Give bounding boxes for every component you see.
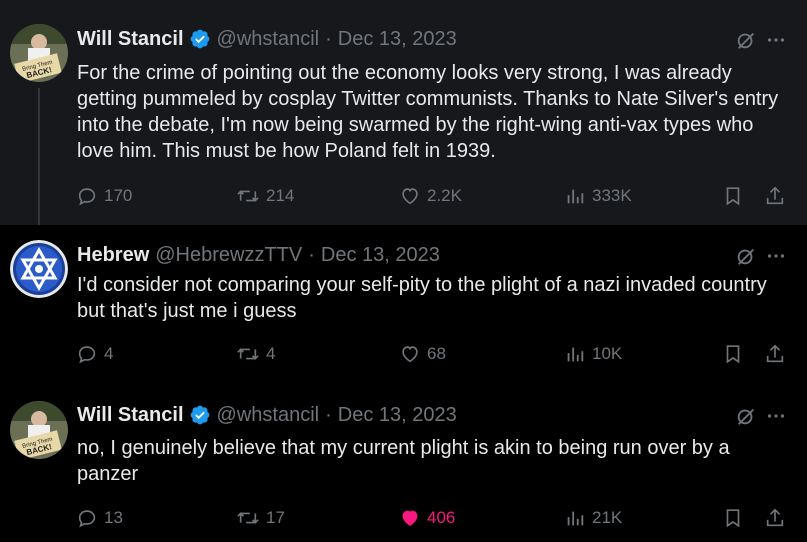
tweet-actions: 4 4 68 10K	[76, 343, 791, 367]
tweet-date[interactable]: Dec 13, 2023	[338, 28, 457, 51]
reply-button[interactable]: 13	[76, 507, 123, 529]
author-handle[interactable]: @whstancil	[217, 28, 320, 51]
view-count: 333K	[592, 186, 632, 205]
repost-button[interactable]: 214	[236, 185, 294, 207]
views-icon	[567, 347, 584, 362]
repost-icon	[237, 190, 259, 202]
share-icon[interactable]	[764, 185, 786, 212]
like-button[interactable]: 406	[399, 507, 455, 529]
grok-icon[interactable]	[735, 405, 757, 427]
reply-count: 170	[104, 186, 133, 205]
author-handle[interactable]: @whstancil	[217, 404, 320, 427]
avatar-will-stancil[interactable]: Bring Them BACK!	[10, 24, 68, 82]
like-count: 2.2K	[427, 186, 462, 205]
like-count: 406	[427, 508, 456, 527]
grok-icon[interactable]	[735, 245, 757, 267]
reply-button[interactable]: 170	[76, 185, 132, 207]
bookmark-icon[interactable]	[722, 185, 744, 212]
bookmark-icon[interactable]	[722, 507, 744, 534]
view-count: 10K	[592, 344, 623, 363]
more-icon[interactable]	[765, 29, 787, 51]
like-icon	[402, 188, 418, 205]
thread-line	[38, 88, 40, 225]
views-button[interactable]: 10K	[564, 343, 622, 365]
author-name[interactable]: Will Stancil	[77, 28, 184, 51]
reply-count: 13	[104, 508, 123, 527]
separator-dot: ·	[308, 243, 315, 266]
tweet-actions: 13 17 406 21K	[76, 507, 791, 531]
reply-count: 4	[104, 344, 114, 363]
tweet-date[interactable]: Dec 13, 2023	[321, 244, 440, 267]
reply-button[interactable]: 4	[76, 343, 113, 365]
author-name[interactable]: Hebrew	[77, 244, 149, 267]
more-icon[interactable]	[765, 245, 787, 267]
tweet-2[interactable]: Hebrew @HebrewzzTTV · Dec 13, 2023 I'd c…	[0, 225, 807, 393]
tweet-header: Will Stancil @whstancil · Dec 13, 2023	[77, 403, 457, 427]
like-count: 68	[427, 344, 446, 363]
like-button[interactable]: 68	[399, 343, 446, 365]
tweet-1[interactable]: Bring Them BACK! Will Stancil @whstancil…	[0, 0, 807, 225]
views-button[interactable]: 21K	[564, 507, 622, 529]
more-icon[interactable]	[765, 405, 787, 427]
like-icon	[402, 510, 418, 526]
repost-button[interactable]: 4	[236, 343, 275, 365]
tweet-text: no, I genuinely believe that my current …	[77, 437, 730, 485]
views-icon	[567, 189, 584, 204]
views-button[interactable]: 333K	[564, 185, 632, 207]
repost-button[interactable]: 17	[236, 507, 285, 529]
bookmark-icon[interactable]	[722, 343, 744, 370]
repost-icon	[237, 348, 259, 360]
view-count: 21K	[592, 508, 623, 527]
tweet-actions: 170 214 2.2K 333K	[76, 185, 791, 209]
reply-icon	[78, 188, 96, 206]
like-button[interactable]: 2.2K	[399, 185, 462, 207]
tweet-header: Hebrew @HebrewzzTTV · Dec 13, 2023	[77, 243, 440, 267]
tweet-header: Will Stancil @whstancil · Dec 13, 2023	[77, 27, 457, 51]
grok-icon[interactable]	[735, 29, 757, 51]
verified-badge-icon	[189, 28, 211, 50]
views-icon	[567, 511, 584, 526]
share-icon[interactable]	[764, 343, 786, 370]
like-icon	[402, 346, 418, 363]
separator-dot: ·	[325, 403, 332, 426]
avatar-hebrew[interactable]	[10, 240, 68, 298]
repost-count: 214	[266, 186, 295, 205]
repost-count: 4	[266, 344, 276, 363]
reply-icon	[78, 346, 96, 364]
reply-icon	[78, 510, 96, 528]
tweet-text: I'd consider not comparing your self-pit…	[77, 274, 767, 322]
separator-dot: ·	[325, 27, 332, 50]
share-icon[interactable]	[764, 507, 786, 534]
author-handle[interactable]: @HebrewzzTTV	[155, 244, 302, 267]
repost-icon	[237, 512, 259, 524]
tweet-text: For the crime of pointing out the econom…	[77, 62, 779, 162]
avatar-will-stancil[interactable]: Bring Them BACK!	[10, 401, 68, 459]
repost-count: 17	[266, 508, 285, 527]
tweet-date[interactable]: Dec 13, 2023	[338, 404, 457, 427]
author-name[interactable]: Will Stancil	[77, 404, 184, 427]
tweet-3[interactable]: Bring Them BACK! Will Stancil @whstancil…	[0, 393, 807, 542]
verified-badge-icon	[189, 404, 211, 426]
